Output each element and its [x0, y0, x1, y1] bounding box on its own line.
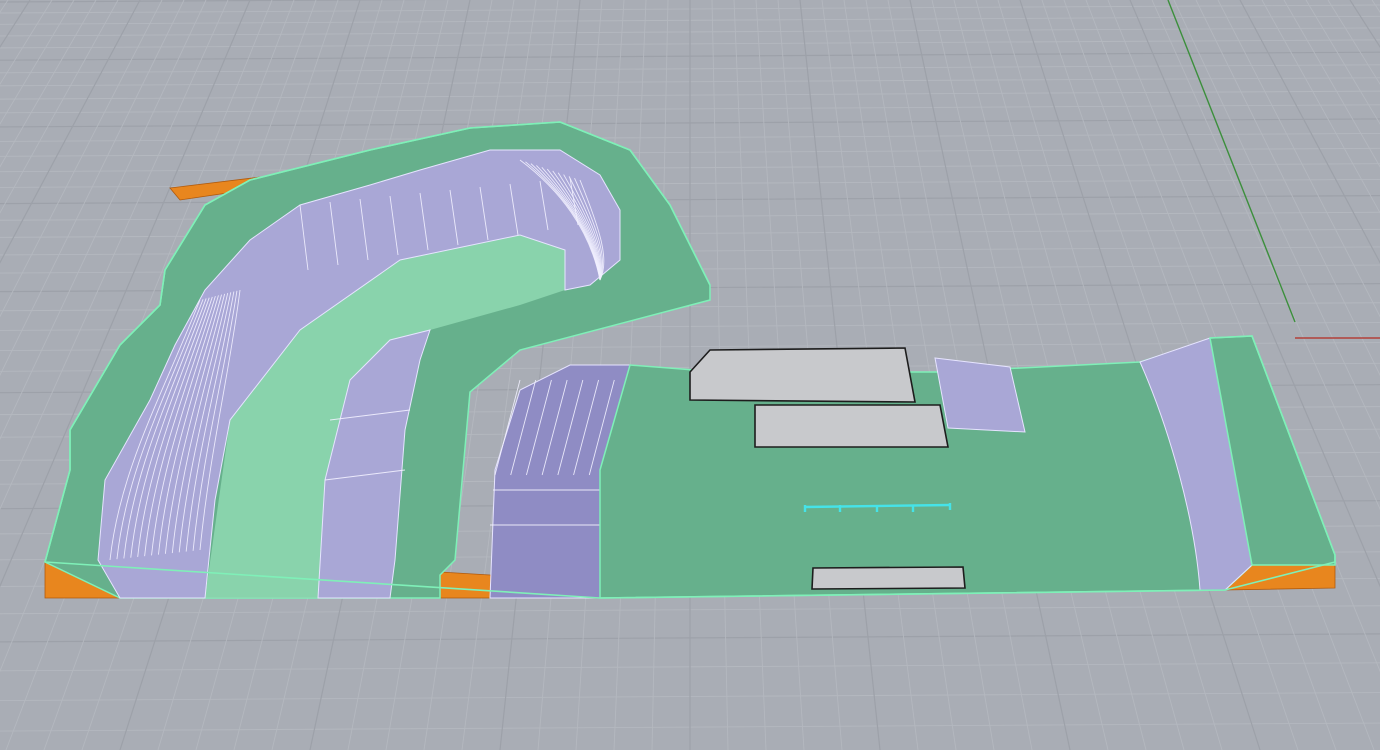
funbox-upper[interactable] — [689, 347, 916, 403]
manual-pad[interactable] — [811, 566, 966, 590]
y-axis-line — [1167, 0, 1296, 323]
viewport-scene[interactable] — [0, 0, 1380, 750]
funbox-lower[interactable] — [754, 404, 949, 448]
3d-viewport[interactable] — [0, 0, 1380, 750]
